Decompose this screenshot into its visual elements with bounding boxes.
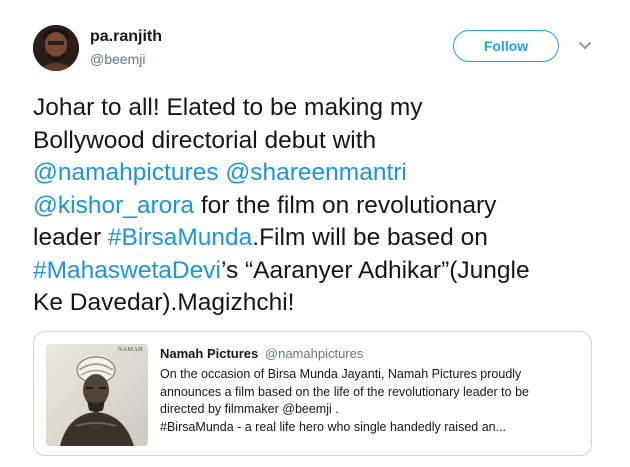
tweet-line: Bollywood directorial debut with <box>33 125 613 158</box>
tweet-line: #MahaswetaDevi’s “Aaranyer Adhikar”(Jung… <box>33 255 613 288</box>
tweet-text-segment: Bollywood directorial debut with <box>33 126 377 154</box>
quoted-tweet-line: directed by filmmaker @beemji . <box>160 402 339 416</box>
quoted-tweet-line: On the occasion of Birsa Munda Jayanti, … <box>160 367 522 381</box>
tweet-text-segment: .Film will be based on <box>252 224 488 251</box>
quoted-tweet-line: #BirsaMunda - a real life hero who singl… <box>160 419 507 434</box>
tweet-text-segment: for the film on revolutionary <box>194 191 497 219</box>
tweet-line: Ke Davedar).Magizhchi! <box>33 287 613 320</box>
portrait-image <box>46 344 148 446</box>
image-caption: NAMAH <box>117 347 143 353</box>
quoted-tweet-text: On the occasion of Birsa Munda Jayanti, … <box>160 366 580 436</box>
profile-photo <box>33 25 79 71</box>
tweet-line: leader #BirsaMunda.Film will be based on <box>33 222 613 255</box>
avatar[interactable] <box>33 25 79 71</box>
quoted-tweet-card[interactable]: NAMAH Namah Pictures @namahpictures On t… <box>33 331 592 456</box>
quoted-tweet-author-handle[interactable]: @namahpictures <box>265 346 363 361</box>
tweet-text-segment: Ke Davedar).Magizhchi! <box>33 289 295 316</box>
user-handle[interactable]: @beemji <box>90 51 145 67</box>
mention-link[interactable]: @shareenmantri <box>225 159 406 186</box>
mention-link[interactable]: @kishor_arora <box>33 192 194 219</box>
display-name[interactable]: pa.ranjith <box>90 28 162 46</box>
chevron-down-icon[interactable] <box>578 41 592 51</box>
tweet-line: Johar to all! Elated to be making my <box>33 92 613 125</box>
quoted-tweet-author-name[interactable]: Namah Pictures <box>160 346 258 361</box>
tweet-text-segment: Johar to all! Elated to be making my <box>33 94 423 121</box>
mention-link[interactable]: @namahpictures <box>33 159 219 186</box>
tweet-line: @kishor_arora for the film on revolution… <box>33 190 613 223</box>
hashtag-link[interactable]: #MahaswetaDevi <box>33 257 221 284</box>
quoted-tweet-line: announces a film based on the life of th… <box>160 384 529 399</box>
quoted-tweet-image[interactable]: NAMAH <box>46 344 148 446</box>
tweet-line: @namahpictures @shareenmantri <box>33 157 613 190</box>
follow-button[interactable]: Follow <box>453 30 559 62</box>
quoted-tweet-header: Namah Pictures @namahpictures <box>160 345 580 363</box>
hashtag-link[interactable]: #BirsaMunda <box>108 224 252 251</box>
tweet-text-segment: leader <box>33 224 108 251</box>
quoted-tweet-body: Namah Pictures @namahpictures On the occ… <box>160 345 580 436</box>
tweet-text: Johar to all! Elated to be making my Boll… <box>33 92 613 320</box>
tweet-text-segment: ’s “Aaranyer Adhikar”(Jungle <box>220 256 530 284</box>
